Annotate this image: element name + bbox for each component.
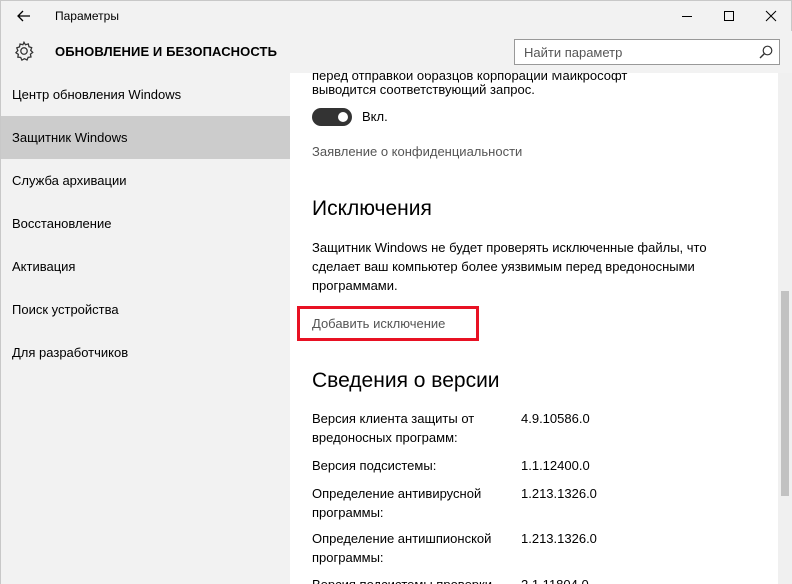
section-header: ОБНОВЛЕНИЕ И БЕЗОПАСНОСТЬ [1, 31, 290, 73]
version-value: 1.213.1326.0 [521, 486, 597, 501]
version-label: Версия подсистемы проверки [312, 575, 512, 584]
add-exclusion-link[interactable]: Добавить исключение [312, 316, 445, 331]
sidebar-item-label: Служба архивации [12, 173, 127, 188]
version-label: Определение антивирусной программы: [312, 486, 482, 520]
sidebar-item-activation[interactable]: Активация [1, 245, 290, 288]
sidebar-item-windows-update[interactable]: Центр обновления Windows [1, 73, 290, 116]
minimize-button[interactable] [667, 1, 707, 31]
toggle-knob [338, 112, 348, 122]
version-label: Версия клиента защиты от вредоносных про… [312, 411, 475, 445]
exclusions-description: Защитник Windows не будет проверять искл… [312, 240, 707, 293]
scrollbar-thumb[interactable] [781, 291, 789, 496]
version-value: 2.1.11804.0 [521, 575, 589, 584]
sidebar: ОБНОВЛЕНИЕ И БЕЗОПАСНОСТЬ Центр обновлен… [1, 31, 290, 584]
close-icon [765, 10, 777, 22]
search-icon[interactable] [759, 45, 773, 59]
version-info-heading: Сведения о версии [312, 369, 500, 392]
version-value: 4.9.10586.0 [521, 411, 590, 426]
sidebar-item-find-device[interactable]: Поиск устройства [1, 288, 290, 331]
window-title: Параметры [55, 9, 119, 23]
title-bar: Параметры [1, 1, 791, 31]
search-box[interactable] [514, 39, 780, 65]
version-value: 1.1.12400.0 [521, 458, 590, 473]
sidebar-item-label: Восстановление [12, 216, 112, 231]
version-value: 1.213.1326.0 [521, 531, 597, 546]
sample-submission-text: выводится соответствующий запрос. [312, 82, 535, 97]
exclusions-heading: Исключения [312, 197, 432, 220]
sample-submission-toggle[interactable] [312, 108, 352, 126]
sidebar-item-windows-defender[interactable]: Защитник Windows [1, 116, 290, 159]
search-bar-area [290, 31, 792, 73]
minimize-icon [682, 16, 692, 17]
section-title: ОБНОВЛЕНИЕ И БЕЗОПАСНОСТЬ [55, 44, 278, 59]
sidebar-item-label: Для разработчиков [12, 345, 129, 360]
sidebar-item-developers[interactable]: Для разработчиков [1, 331, 290, 374]
version-label: Версия подсистемы: [312, 458, 437, 473]
main-content: перед отправкой образцов корпорации Майк… [290, 73, 778, 584]
sidebar-item-label: Активация [12, 259, 76, 274]
version-label: Определение антишпионской программы: [312, 531, 492, 565]
sidebar-item-recovery[interactable]: Восстановление [1, 202, 290, 245]
back-button[interactable] [7, 3, 41, 29]
privacy-statement-link[interactable]: Заявление о конфиденциальности [312, 144, 522, 159]
maximize-button[interactable] [709, 1, 749, 31]
sidebar-item-label: Центр обновления Windows [12, 87, 182, 102]
arrow-left-icon [17, 10, 30, 22]
toggle-state-label: Вкл. [362, 109, 388, 124]
close-button[interactable] [751, 1, 791, 31]
content-scrollbar[interactable] [778, 73, 792, 584]
gear-icon [14, 40, 34, 61]
sidebar-item-backup[interactable]: Служба архивации [1, 159, 290, 202]
maximize-icon [724, 11, 734, 21]
sidebar-item-label: Поиск устройства [12, 302, 119, 317]
settings-window: Параметры ОБНОВЛЕНИЕ И БЕЗОПАСНОСТЬ Цент… [0, 0, 792, 584]
sidebar-item-label: Защитник Windows [12, 130, 128, 145]
search-input[interactable] [515, 40, 754, 64]
